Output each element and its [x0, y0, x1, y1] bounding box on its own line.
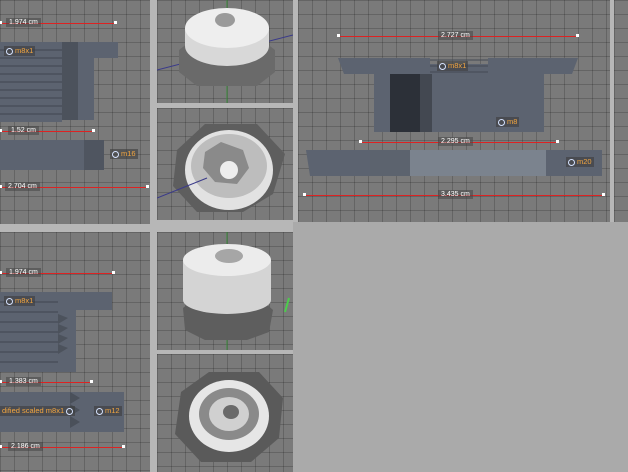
anchor-dot-icon	[112, 150, 119, 158]
viewport-m20-section[interactable]: 2.727 cm 2.295 cm 3.435 cm m8x1 m8 m20	[298, 0, 610, 222]
dimension-label-top: 1.974 cm	[6, 18, 41, 27]
empty-workspace	[293, 222, 628, 472]
dimension-label-mid: 1.52 cm	[8, 126, 39, 135]
anchor-dot-icon	[66, 407, 74, 415]
dimension-label-top: 1.974 cm	[6, 268, 41, 277]
viewport-divider[interactable]	[293, 0, 298, 222]
thread-tag-label: m8	[507, 117, 518, 126]
dimension-label-mid: 2.295 cm	[438, 137, 473, 146]
dimension-label-bottom: 3.435 cm	[438, 190, 473, 199]
viewport-divider[interactable]	[610, 0, 614, 222]
thread-tag-label: m12	[105, 406, 120, 415]
dimension-label-bottom: 2.186 cm	[8, 442, 43, 451]
thread-tag-m8x1[interactable]: m8x1	[4, 296, 36, 306]
anchor-dot-icon	[439, 62, 446, 70]
thread-tag-m8x1[interactable]: m8x1	[4, 46, 36, 56]
viewport-divider[interactable]	[150, 0, 157, 472]
viewport-m16-section[interactable]: 1.974 cm 1.52 cm 2.704 cm m8x1 m16	[0, 0, 150, 224]
thread-tag-label: dified scaled m8x1	[2, 406, 65, 415]
anchor-dot-icon	[6, 47, 13, 55]
thread-tag-m8x1[interactable]: m8x1	[437, 61, 469, 71]
viewport-edge-right[interactable]	[614, 0, 628, 222]
thread-tag-m8[interactable]: m8	[496, 117, 520, 127]
viewport-divider[interactable]	[157, 103, 293, 108]
dimension-label-mid: 1.383 cm	[6, 377, 41, 386]
viewport-render-bottom[interactable]	[157, 108, 293, 220]
dimension-label-bottom: 2.704 cm	[5, 182, 40, 191]
anchor-dot-icon	[6, 297, 13, 305]
thread-tag-label: m16	[121, 149, 136, 158]
anchor-dot-icon	[568, 158, 575, 166]
thread-tag-label: m8x1	[15, 296, 34, 305]
thread-tag-scaled-m8x1[interactable]: dified scaled m8x1	[0, 406, 76, 416]
thread-tag-m16[interactable]: m16	[110, 149, 138, 159]
thread-tag-label: m8x1	[15, 46, 34, 55]
viewport-render-top[interactable]	[157, 0, 293, 103]
adapter-render-drawing	[157, 124, 285, 212]
adapter-render-drawing	[175, 372, 283, 462]
viewport-divider[interactable]	[157, 350, 293, 354]
dimension-label-top: 2.727 cm	[438, 31, 473, 40]
thread-tag-label: m8x1	[448, 61, 467, 70]
viewport-render-lower-top[interactable]	[157, 232, 293, 350]
adapter-render-drawing	[157, 0, 293, 103]
viewport-render-lower-bottom[interactable]	[157, 354, 293, 472]
viewport-divider[interactable]	[0, 224, 150, 232]
thread-tag-label: m20	[577, 157, 592, 166]
thread-tag-m12[interactable]: m12	[94, 406, 122, 416]
anchor-dot-icon	[498, 118, 505, 126]
thread-tag-m20[interactable]: m20	[566, 157, 594, 167]
anchor-dot-icon	[96, 407, 103, 415]
viewport-divider[interactable]	[157, 220, 293, 232]
adapter-render-drawing	[183, 232, 290, 350]
viewport-m12-section[interactable]: 1.974 cm 1.383 cm 2.186 cm m8x1 dified s…	[0, 232, 150, 472]
